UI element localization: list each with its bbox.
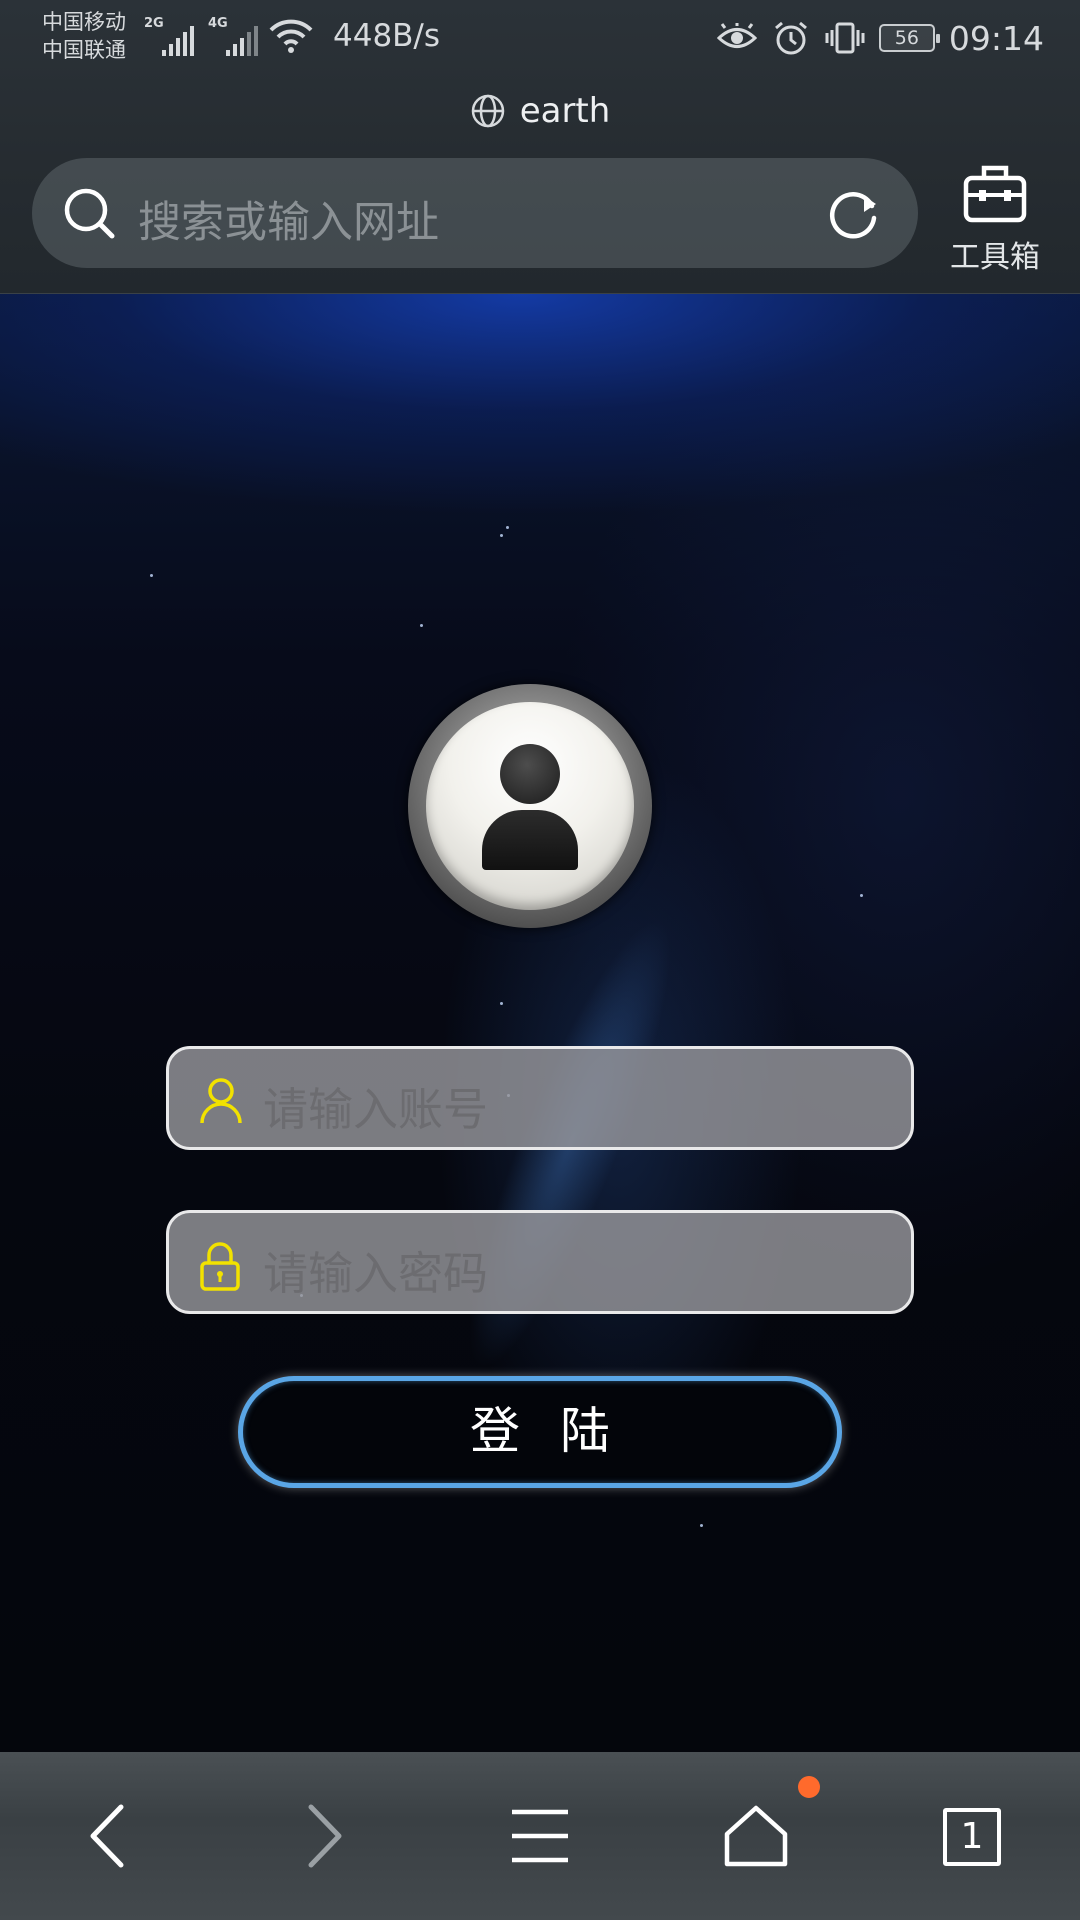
toolbox-button[interactable]: 工具箱: [940, 158, 1050, 278]
lock-icon: [200, 1242, 240, 1291]
address-bar[interactable]: 搜索或输入网址: [32, 158, 918, 268]
wifi-icon: [269, 19, 313, 53]
network-type-2: 4G: [208, 16, 228, 31]
carrier-1: 中国移动: [42, 10, 126, 34]
reload-icon[interactable]: [826, 186, 882, 242]
star: [506, 526, 509, 529]
browser-top-bar: 中国移动 中国联通 2G 4G 448B/s 56 09:14 earth 搜索…: [0, 0, 1080, 294]
star: [150, 574, 153, 577]
network-type-1: 2G: [144, 16, 164, 31]
carrier-labels: 中国移动 中国联通: [42, 8, 126, 64]
account-field[interactable]: 请输入账号: [166, 1046, 914, 1150]
toolbox-label: 工具箱: [950, 240, 1040, 275]
avatar: [408, 684, 652, 928]
password-placeholder: 请输入密码: [263, 1247, 489, 1300]
forward-button[interactable]: [274, 1786, 374, 1886]
user-body-icon: [482, 810, 578, 870]
briefcase-icon: [963, 165, 1027, 223]
search-icon: [64, 188, 115, 239]
star: [700, 1524, 703, 1527]
menu-button[interactable]: [490, 1786, 590, 1886]
network-speed: 448B/s: [333, 18, 441, 54]
chevron-right-icon: [308, 1804, 342, 1868]
avatar-face: [426, 702, 634, 910]
star: [500, 1002, 503, 1005]
home-icon: [724, 1805, 788, 1867]
notification-badge: [798, 1776, 820, 1798]
star: [860, 894, 863, 897]
user-head-icon: [500, 744, 560, 804]
globe-icon: [471, 94, 504, 128]
user-icon: [200, 1078, 242, 1124]
status-bar: 中国移动 中国联通 2G 4G 448B/s 56 09:14: [0, 0, 1080, 80]
login-button[interactable]: 登陆: [238, 1376, 842, 1488]
status-time: 09:14: [948, 18, 1044, 58]
status-icons: 56 09:14: [716, 14, 1044, 62]
menu-icon: [512, 1809, 568, 1863]
chevron-left-icon: [90, 1804, 124, 1868]
page-host: earth: [519, 91, 611, 131]
tabs-button[interactable]: 1: [943, 1808, 1001, 1866]
star: [420, 624, 423, 627]
home-button[interactable]: [706, 1786, 806, 1886]
battery-icon: 56: [878, 24, 940, 52]
browser-bottom-nav: 1: [0, 1752, 1080, 1920]
vibrate-icon: [825, 18, 865, 58]
alarm-icon: [771, 18, 811, 58]
eye-icon: [716, 18, 757, 58]
account-placeholder: 请输入账号: [263, 1083, 489, 1136]
web-content: 请输入账号 请输入密码 登陆: [0, 294, 1080, 1752]
star: [500, 534, 503, 537]
address-bar-placeholder: 搜索或输入网址: [138, 198, 439, 248]
password-field[interactable]: 请输入密码: [166, 1210, 914, 1314]
page-host-line: earth: [0, 86, 1080, 136]
carrier-2: 中国联通: [42, 38, 126, 62]
back-button[interactable]: [58, 1786, 158, 1886]
